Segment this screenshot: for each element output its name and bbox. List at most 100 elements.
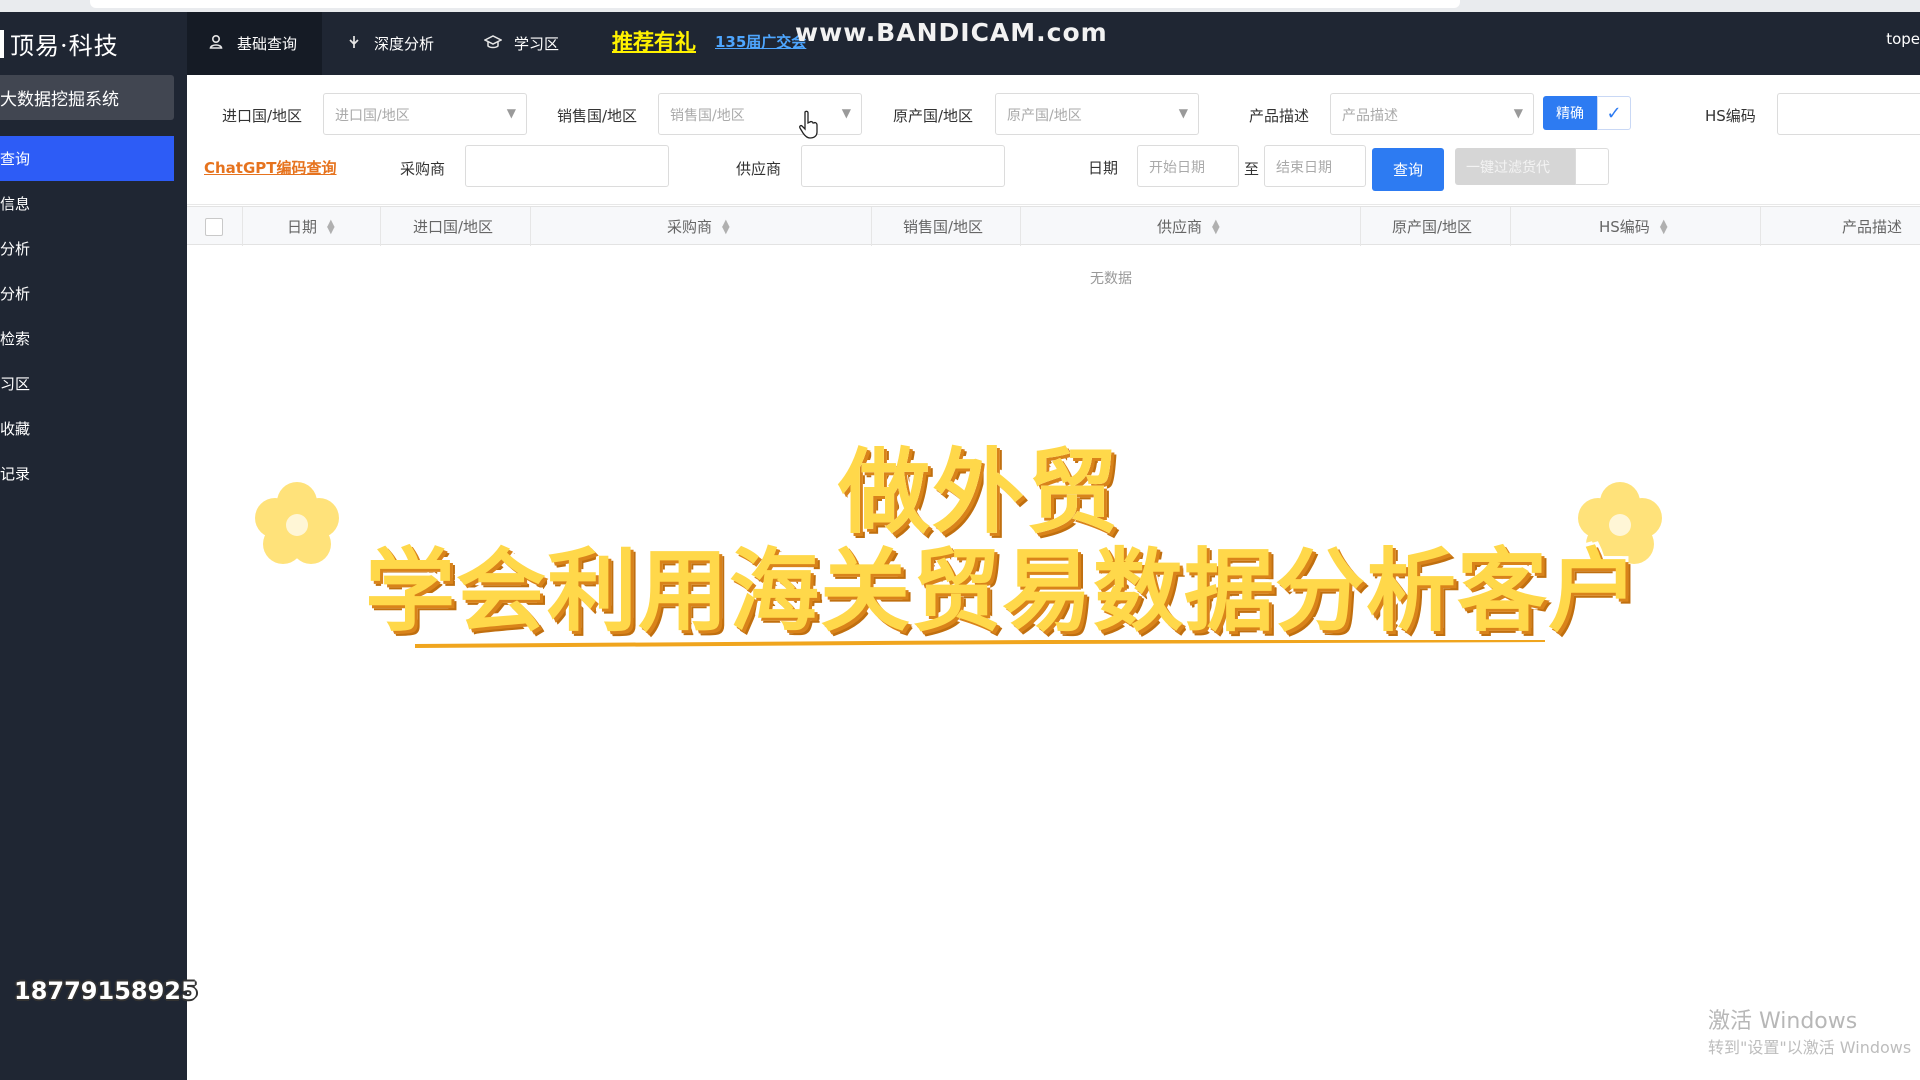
select-placeholder: 销售国/地区 [670, 108, 745, 124]
recorder-watermark: www.BANDICAM.com [795, 18, 1108, 47]
sidebar-item-search[interactable]: 检索 [0, 316, 174, 361]
sidebar-item-records[interactable]: 记录 [0, 451, 174, 496]
overlay-underline [415, 640, 1545, 648]
column-hs-code[interactable]: HS编码 ▲ ▼ [1599, 207, 1668, 246]
nav-label: 基础查询 [237, 35, 298, 53]
column-divider [1760, 207, 1761, 246]
column-divider [530, 207, 531, 246]
input-placeholder: 开始日期 [1149, 160, 1205, 176]
filter-forwarder-button[interactable]: 一键过滤货代 [1455, 148, 1575, 185]
column-divider [871, 207, 872, 246]
analysis-icon [346, 34, 362, 54]
column-supplier[interactable]: 供应商 ▲ ▼ [1157, 207, 1220, 246]
select-placeholder: 进口国/地区 [335, 108, 410, 124]
select-placeholder: 原产国/地区 [1007, 108, 1082, 124]
supplier-input[interactable] [801, 145, 1005, 187]
product-desc-select[interactable]: 产品描述 ▼ [1330, 93, 1534, 135]
nav-learning[interactable]: 学习区 [483, 12, 560, 75]
column-sales-country: 销售国/地区 [903, 207, 983, 246]
date-label: 日期 [1088, 159, 1119, 177]
product-desc-label: 产品描述 [1249, 107, 1310, 125]
import-country-select[interactable]: 进口国/地区 ▼ [323, 93, 527, 135]
caret-down-icon: ▼ [506, 106, 516, 120]
sort-icon[interactable]: ▲ ▼ [327, 218, 335, 235]
column-buyer[interactable]: 采购商 ▲ ▼ [667, 207, 730, 246]
results-table-header: 日期 ▲ ▼ 进口国/地区 采购商 ▲ ▼ 销售国/地区 供应商 ▲ ▼ 原产国/地区… [187, 206, 1920, 246]
column-origin-country: 原产国/地区 [1392, 207, 1472, 246]
sidebar-item-label: 信息 [0, 195, 31, 213]
column-divider [1360, 207, 1361, 246]
sidebar-item-label: 分析 [0, 285, 31, 303]
column-divider [1020, 207, 1021, 246]
column-label: 进口国/地区 [413, 218, 494, 236]
import-country-label: 进口国/地区 [222, 107, 303, 125]
column-product-desc: 产品描述 [1842, 207, 1902, 246]
query-button[interactable]: 查询 [1372, 148, 1444, 191]
referral-link[interactable]: 推荐有礼 [612, 26, 696, 56]
sales-country-label: 销售国/地区 [557, 107, 638, 125]
sort-icon[interactable]: ▲ ▼ [1212, 218, 1220, 235]
caret-down-icon: ▼ [1513, 106, 1523, 120]
column-divider [380, 207, 381, 246]
sidebar-item-learning[interactable]: 习区 [0, 361, 174, 406]
graduation-cap-icon [483, 34, 503, 54]
canton-fair-link[interactable]: 135届广交会 [715, 31, 806, 52]
sidebar-item-label: 查询 [0, 150, 31, 168]
browser-tab-strip [0, 0, 1920, 12]
nav-basic-query[interactable]: 基础查询 [187, 12, 322, 75]
filter-forwarder-toggle[interactable] [1575, 148, 1609, 185]
sidebar: 大数据挖掘系统 查询 信息 分析 分析 检索 习区 收藏 记录 18779158… [0, 75, 198, 1080]
column-divider [1510, 207, 1511, 246]
top-header: 顶易·科技 基础查询 深度分析 学习区 推荐有礼 135届广交会 www.BAN… [0, 12, 1920, 75]
empty-state-text: 无数据 [1090, 271, 1132, 287]
nav-deep-analysis[interactable]: 深度分析 [346, 12, 434, 75]
buyer-label: 采购商 [400, 160, 446, 178]
column-label: 产品描述 [1842, 218, 1903, 236]
sidebar-item-analysis[interactable]: 分析 [0, 226, 174, 271]
windows-activation-title: 激活 Windows [1708, 1009, 1858, 1034]
search-user-icon [209, 34, 225, 54]
sidebar-item-query[interactable]: 查询 [0, 136, 174, 181]
column-label: 供应商 [1157, 218, 1203, 236]
caret-down-icon: ▼ [1178, 106, 1188, 120]
column-label: 原产国/地区 [1392, 218, 1473, 236]
sidebar-item-label: 习区 [0, 375, 31, 393]
filter-panel: 进口国/地区 进口国/地区 ▼ 销售国/地区 销售国/地区 ▼ 原产国/地区 原… [187, 75, 1920, 205]
sidebar-item-label: 记录 [0, 465, 31, 483]
buyer-input[interactable] [465, 145, 669, 187]
sidebar-item-info[interactable]: 信息 [0, 181, 174, 226]
end-date-input[interactable]: 结束日期 [1264, 145, 1366, 187]
windows-activation-subtitle: 转到"设置"以激活 Windows [1708, 1038, 1912, 1057]
sales-country-select[interactable]: 销售国/地区 ▼ [658, 93, 862, 135]
supplier-label: 供应商 [736, 160, 782, 178]
column-label: 销售国/地区 [903, 218, 984, 236]
column-import-country: 进口国/地区 [413, 207, 493, 246]
overlay-title-line2: 学会利用海关贸易数据分析客户 [365, 539, 1639, 644]
check-icon[interactable]: ✓ [1597, 96, 1631, 130]
nav-label: 深度分析 [374, 35, 435, 53]
select-placeholder: 产品描述 [1342, 108, 1398, 124]
hs-code-label: HS编码 [1705, 107, 1756, 125]
hs-code-input[interactable] [1777, 93, 1920, 135]
input-placeholder: 结束日期 [1276, 160, 1332, 176]
start-date-input[interactable]: 开始日期 [1137, 145, 1239, 187]
sort-icon[interactable]: ▲ ▼ [1660, 218, 1668, 235]
logo[interactable]: 顶易·科技 [0, 12, 187, 75]
sidebar-item-label: 检索 [0, 330, 31, 348]
nav-label: 学习区 [514, 35, 560, 53]
user-name[interactable]: tope [1886, 30, 1920, 48]
column-label: 日期 [287, 218, 318, 236]
sort-icon[interactable]: ▲ ▼ [722, 218, 730, 235]
logo-text: 顶易·科技 [10, 32, 119, 60]
select-all-checkbox[interactable] [205, 218, 223, 236]
sidebar-item-label: 收藏 [0, 420, 31, 438]
chatgpt-code-lookup-link[interactable]: ChatGPT编码查询 [204, 157, 337, 178]
logo-mark [0, 29, 4, 58]
date-separator: 至 [1244, 160, 1260, 178]
column-date[interactable]: 日期 ▲ ▼ [287, 207, 335, 246]
browser-tab[interactable] [90, 0, 1460, 8]
precise-match-button[interactable]: 精确 [1543, 96, 1597, 130]
sidebar-item-favorites[interactable]: 收藏 [0, 406, 174, 451]
origin-country-select[interactable]: 原产国/地区 ▼ [995, 93, 1199, 135]
sidebar-item-analysis-2[interactable]: 分析 [0, 271, 174, 316]
